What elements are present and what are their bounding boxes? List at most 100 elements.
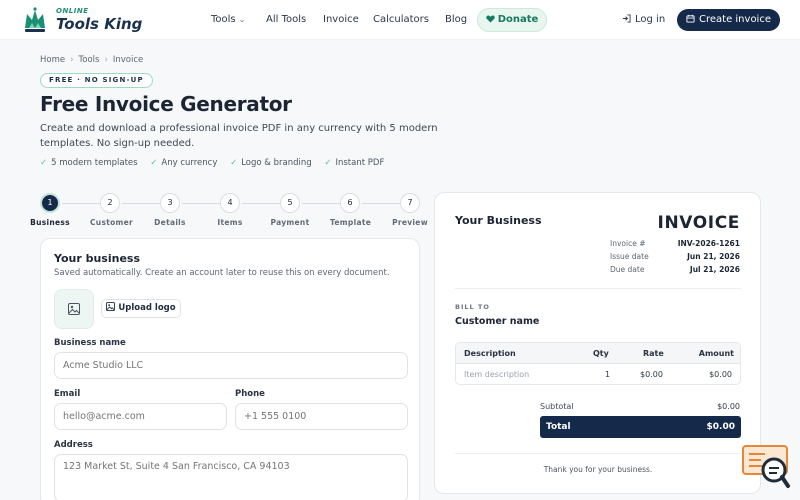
step-label: Template — [330, 218, 372, 227]
preview-divider — [455, 288, 741, 289]
check-icon: ✓ — [40, 158, 48, 168]
brand-tagline: ONLINE — [56, 7, 89, 15]
phone-label: Phone — [235, 389, 265, 399]
nav-calculators[interactable]: Calculators — [373, 0, 429, 40]
item-description: Item description — [464, 370, 530, 379]
step-details[interactable]: 3 Details — [150, 193, 190, 227]
bill-to-label: BILL TO — [455, 303, 490, 311]
chevron-right-icon: › — [104, 55, 108, 65]
donate-label: Donate — [497, 14, 539, 25]
donate-button[interactable]: Donate — [477, 8, 547, 32]
check-icon: ✓ — [230, 158, 238, 168]
nav-invoice[interactable]: Invoice — [323, 0, 359, 40]
total-label: Total — [546, 422, 571, 432]
total-value: $0.00 — [706, 422, 735, 432]
step-number: 6 — [340, 193, 360, 213]
nav-blog[interactable]: Blog — [445, 0, 467, 40]
top-navbar: ONLINE Tools King Tools ⌄ All Tools Invoi… — [0, 0, 800, 40]
logo-placeholder[interactable] — [54, 289, 94, 329]
step-number: 3 — [160, 193, 180, 213]
feature-item: ✓ Any currency — [150, 158, 218, 168]
col-rate: Rate — [643, 349, 664, 358]
step-payment[interactable]: 5 Payment — [270, 193, 310, 227]
image-icon — [68, 303, 80, 315]
breadcrumb-home[interactable]: Home — [40, 55, 65, 65]
step-label: Preview — [392, 218, 428, 227]
invoice-number-label: Invoice # — [610, 239, 646, 248]
invoice-number-value: INV-2026-1261 — [677, 239, 740, 248]
free-badge: FREE · NO SIGN-UP — [40, 73, 153, 88]
upload-logo-button[interactable]: Upload logo — [101, 299, 181, 318]
step-label: Business — [30, 218, 70, 227]
business-name-label: Business name — [54, 338, 126, 348]
create-invoice-label: Create invoice — [699, 14, 771, 25]
preview-business-name: Your Business — [455, 214, 542, 227]
page-title: Free Invoice Generator — [40, 92, 292, 116]
line-items-table: Description Qty Rate Amount Item descrip… — [455, 342, 741, 385]
email-input[interactable] — [54, 403, 227, 430]
step-number: 5 — [280, 193, 300, 213]
page-subtitle: Create and download a professional invoi… — [40, 123, 438, 149]
nav-all-tools[interactable]: All Tools — [266, 0, 306, 40]
thank-you-note: Thank you for your business. — [543, 465, 653, 474]
login-link[interactable]: Log in — [622, 0, 665, 40]
nav-tools-dropdown[interactable]: Tools ⌄ — [211, 0, 245, 40]
subtotal-label: Subtotal — [540, 402, 574, 411]
form-subtitle: Saved automatically. Create an account l… — [54, 268, 390, 278]
due-date-value: Jul 21, 2026 — [689, 265, 740, 274]
check-icon: ✓ — [324, 158, 332, 168]
due-date-row: Due date Jul 21, 2026 — [610, 265, 740, 274]
col-amount: Amount — [698, 349, 734, 358]
step-items[interactable]: 4 Items — [210, 193, 250, 227]
check-icon: ✓ — [150, 158, 158, 168]
business-name-input[interactable] — [54, 352, 408, 379]
calendar-icon — [686, 14, 695, 23]
business-form-card: Your business Saved automatically. Creat… — [40, 238, 420, 500]
feature-item: ✓ 5 modern templates — [40, 158, 138, 168]
chevron-down-icon: ⌄ — [238, 15, 246, 24]
step-number: 4 — [220, 193, 240, 213]
step-number: 1 — [40, 193, 60, 213]
issue-date-value: Jun 21, 2026 — [687, 252, 740, 261]
preview-customer-name: Customer name — [455, 316, 540, 327]
step-label: Items — [217, 218, 243, 227]
issue-date-row: Issue date Jun 21, 2026 — [610, 252, 740, 261]
breadcrumb: Home › Tools › Invoice — [40, 55, 143, 65]
step-number: 2 — [100, 193, 120, 213]
due-date-label: Due date — [610, 265, 645, 274]
step-template[interactable]: 6 Template — [330, 193, 372, 227]
item-qty: 1 — [605, 370, 611, 379]
invoice-preview: Your Business INVOICE Invoice # INV-2026… — [434, 192, 761, 494]
form-title: Your business — [54, 252, 141, 265]
breadcrumb-tools[interactable]: Tools — [79, 55, 100, 65]
item-amount: $0.00 — [709, 370, 732, 379]
heart-icon — [485, 15, 495, 23]
chevron-right-icon: › — [70, 55, 74, 65]
breadcrumb-invoice: Invoice — [112, 55, 144, 65]
upload-logo-label: Upload logo — [118, 303, 176, 313]
phone-input[interactable] — [235, 403, 408, 430]
address-textarea[interactable] — [54, 454, 408, 500]
upload-image-icon — [106, 302, 116, 311]
table-header: Description Qty Rate Amount — [456, 343, 740, 364]
address-label: Address — [54, 440, 93, 450]
step-preview[interactable]: 7 Preview — [390, 193, 430, 227]
step-label: Details — [154, 218, 186, 227]
total-row: Total $0.00 — [540, 416, 741, 438]
nav-tools-label: Tools — [211, 14, 236, 25]
col-description: Description — [464, 349, 516, 358]
preview-footer-divider — [455, 453, 741, 454]
email-label: Email — [54, 389, 81, 399]
step-business[interactable]: 1 Business — [30, 193, 70, 227]
step-customer[interactable]: 2 Customer — [90, 193, 133, 227]
brand-logo[interactable]: ONLINE Tools King — [22, 6, 142, 36]
step-progress: 1 Business 2 Customer 3 Details 4 Items … — [30, 193, 430, 233]
step-label: Payment — [270, 218, 310, 227]
item-rate: $0.00 — [640, 370, 663, 379]
create-invoice-button[interactable]: Create invoice — [677, 9, 780, 31]
issue-date-label: Issue date — [610, 252, 649, 261]
login-label: Log in — [635, 14, 666, 25]
login-icon — [622, 14, 631, 23]
crown-logo-icon — [25, 7, 45, 32]
help-chat-icon[interactable] — [741, 444, 791, 490]
